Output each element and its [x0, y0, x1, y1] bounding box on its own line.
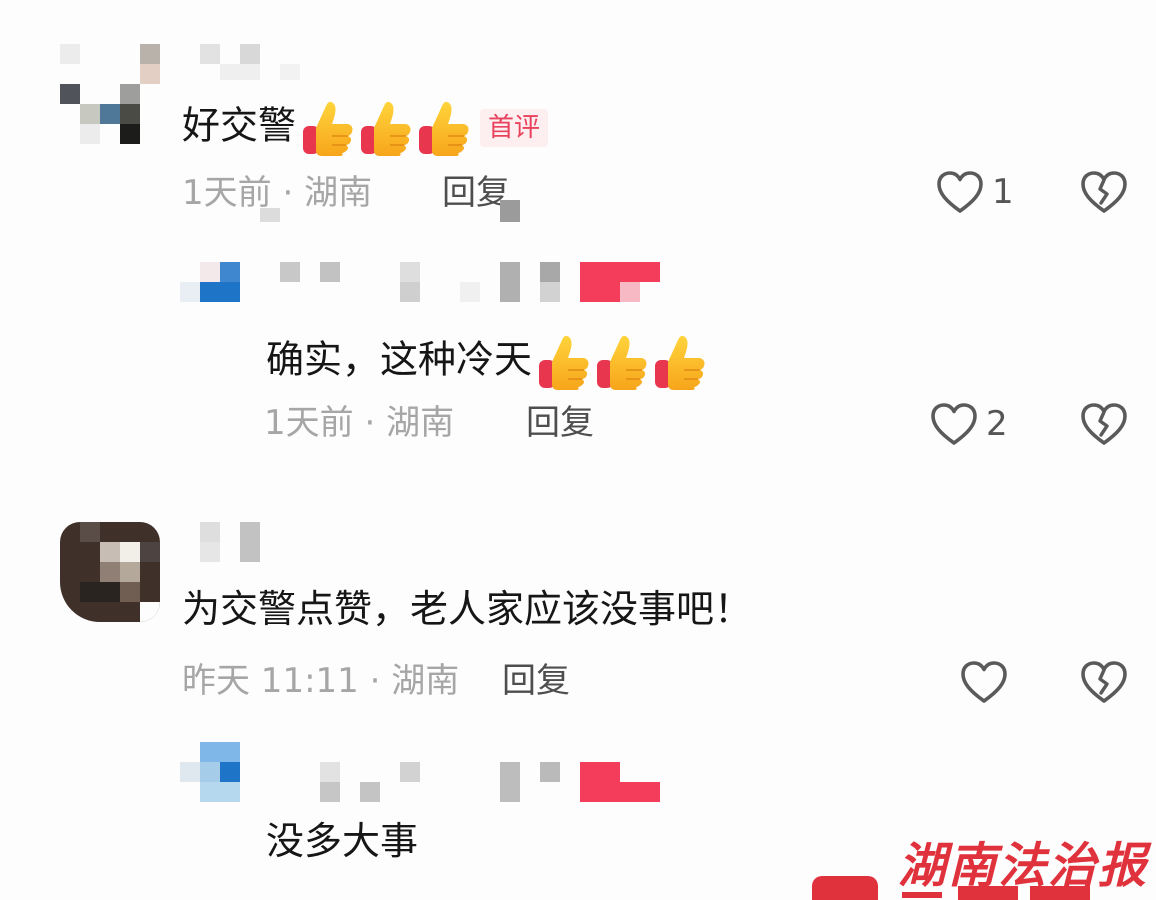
comment-meta: 昨天 11:11 · 湖南 [182, 664, 459, 698]
comment-time: 昨天 11:11 [182, 661, 359, 701]
heart-icon [936, 170, 984, 214]
like-count: 1 [992, 172, 1014, 212]
comment-text-content: 确实，这种冷天 [266, 337, 533, 382]
reply-button[interactable]: 回复 [526, 406, 594, 440]
thumbs-up-emoji [302, 100, 354, 156]
username-blurred[interactable] [280, 262, 660, 302]
pixel-artifact [260, 208, 280, 222]
comment-region: 湖南 [391, 661, 460, 701]
comment-region: 湖南 [304, 173, 373, 213]
watermark-decoration [902, 886, 1090, 900]
first-comment-badge: 首评 [480, 109, 549, 147]
thumbs-up-emoji [596, 334, 648, 390]
broken-heart-icon[interactable] [1080, 402, 1128, 446]
like-button[interactable]: 2 [930, 402, 1008, 446]
username-blurred[interactable] [200, 44, 300, 84]
comment-text: 没多大事 [266, 822, 418, 860]
like-count: 2 [986, 404, 1008, 444]
heart-icon [960, 660, 1008, 704]
meta-separator: · [282, 173, 294, 213]
broken-heart-icon[interactable] [1080, 660, 1128, 704]
comment-meta: 1天前 · 湖南 [182, 176, 372, 210]
comment-list: 好交警 首评 1天前 · 湖南 回复 1 确实，这种冷天 1天前 · 湖南 回复… [0, 0, 1156, 900]
meta-separator: · [364, 403, 376, 443]
comment-time: 1天前 [264, 403, 354, 443]
avatar[interactable] [180, 262, 240, 322]
like-button[interactable]: 1 [936, 170, 1014, 214]
thumbs-up-emoji [360, 100, 412, 156]
heart-icon [930, 402, 978, 446]
comment-meta: 1天前 · 湖南 [264, 406, 454, 440]
comment-text-content: 为交警点赞，老人家应该没事吧！ [182, 587, 753, 631]
thumbs-up-emoji [654, 334, 706, 390]
comment-text: 好交警 首评 [182, 100, 549, 156]
pixel-artifact [500, 200, 520, 222]
avatar[interactable] [60, 522, 160, 622]
comment-time: 1天前 [182, 173, 272, 213]
comment-text-content: 好交警 [182, 103, 297, 148]
watermark-logo-mark [812, 876, 878, 900]
reply-button[interactable]: 回复 [502, 664, 570, 698]
comment-text: 确实，这种冷天 [266, 334, 706, 390]
comment-text: 为交警点赞，老人家应该没事吧！ [182, 590, 752, 628]
comment-text-content: 没多大事 [266, 819, 419, 863]
thumbs-up-emoji [538, 334, 590, 390]
like-button[interactable] [960, 660, 1016, 704]
comment-region: 湖南 [386, 403, 455, 443]
avatar[interactable] [180, 742, 240, 802]
username-blurred[interactable] [320, 762, 660, 802]
avatar[interactable] [60, 44, 160, 144]
username-blurred[interactable] [200, 522, 260, 562]
meta-separator: · [369, 661, 381, 701]
broken-heart-icon[interactable] [1080, 170, 1128, 214]
thumbs-up-emoji [418, 100, 470, 156]
